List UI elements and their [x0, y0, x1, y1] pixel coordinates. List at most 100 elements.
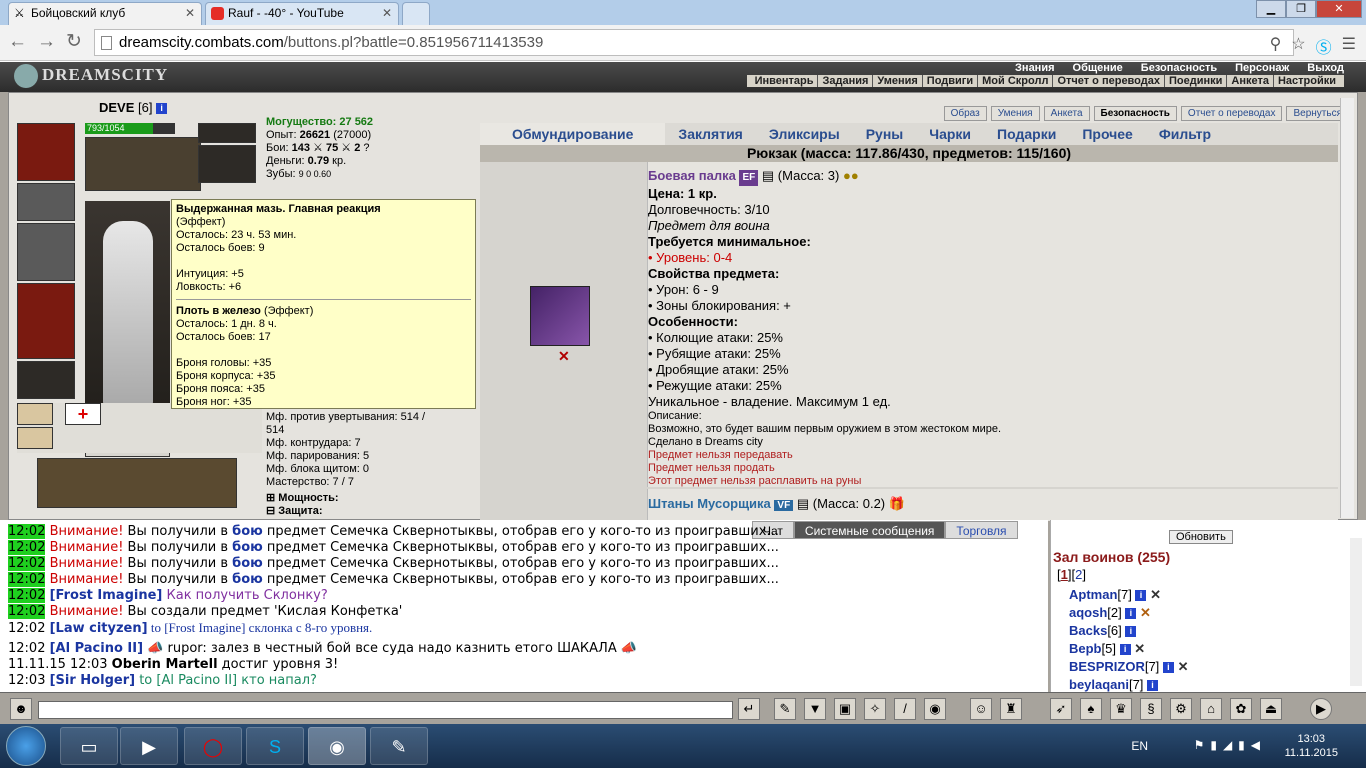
reload-icon[interactable]: ↻ [66, 32, 82, 52]
smile-menu-icon[interactable]: ☻ [10, 698, 32, 720]
play-icon[interactable]: ▶ [1310, 698, 1332, 720]
forward-icon[interactable]: → [37, 32, 56, 52]
submenu-scroll[interactable]: Мой Скролл [977, 75, 1052, 87]
belt-items[interactable] [37, 458, 237, 508]
tray-icons[interactable]: ⚑▮◢▮◀ [1194, 738, 1266, 752]
tab-gifts[interactable]: Подарки [984, 123, 1069, 145]
helmet-icon[interactable]: ♜ [1000, 698, 1022, 720]
filter-icon[interactable]: ▼ [804, 698, 826, 720]
opera-icon[interactable]: ◯ [184, 727, 242, 765]
wrench-icon[interactable]: ⚲ [1270, 34, 1282, 58]
close-icon[interactable]: ✕ [185, 3, 195, 24]
menu-icon[interactable]: ☰ [1342, 34, 1356, 58]
earring-slot[interactable] [198, 123, 256, 143]
submenu-profile[interactable]: Анкета [1226, 75, 1273, 87]
player-item[interactable]: BESPRIZOR[7] i ✕ [1055, 658, 1188, 676]
send-icon[interactable]: ↵ [738, 698, 760, 720]
bracer-slot[interactable] [17, 183, 75, 221]
translit-icon[interactable]: / [894, 698, 916, 720]
chrome-icon[interactable]: ◉ [308, 727, 366, 765]
chat-nick[interactable]: [Sir Holger] [50, 673, 135, 688]
amulet-slot[interactable] [198, 145, 256, 183]
star-icon[interactable]: ☆ [1291, 34, 1305, 58]
start-button[interactable] [6, 726, 46, 766]
tab-youtube[interactable]: Rauf - -40° - YouTube ✕ [205, 2, 399, 25]
player-item[interactable]: Bepb[5] i ✕ [1055, 640, 1188, 658]
item-image[interactable] [530, 286, 590, 346]
menu-security[interactable]: Безопасность [1141, 62, 1217, 74]
url-input[interactable]: dreamscity.combats.com/buttons.pl?battle… [94, 29, 1294, 56]
rings-slot[interactable] [85, 137, 201, 191]
mask-icon[interactable]: ♛ [1110, 698, 1132, 720]
section-defense[interactable]: ⊟ Защита: [266, 505, 476, 518]
item2-name[interactable]: Штаны Мусорщика [648, 496, 771, 511]
close-icon[interactable]: ✕ [382, 3, 392, 24]
menu-exit[interactable]: Выход [1307, 62, 1344, 74]
tab-spells[interactable]: Заклятия [665, 123, 755, 145]
player-item[interactable]: Aptman[7] i ✕ [1055, 586, 1188, 604]
online-scrollbar[interactable] [1350, 538, 1362, 686]
maximize-button[interactable]: ❐ [1286, 0, 1316, 18]
item-name[interactable]: Боевая палка [648, 168, 736, 183]
gear-icon[interactable]: ⚙ [1170, 698, 1192, 720]
tab-profile[interactable]: Анкета [1043, 106, 1090, 121]
close-window-button[interactable]: ✕ [1316, 0, 1362, 18]
info-icon[interactable]: i [156, 103, 168, 115]
tab-cups[interactable]: Чарки [916, 123, 984, 145]
tab-equipment[interactable]: Обмундирование [480, 123, 666, 145]
submenu-skills[interactable]: Умения [872, 75, 921, 87]
weapon-slot[interactable] [17, 223, 75, 281]
paint-icon[interactable]: ✎ [370, 727, 428, 765]
walk-icon[interactable]: ✧ [864, 698, 886, 720]
player-item[interactable]: Backs[6] i [1055, 622, 1188, 640]
chat-nick[interactable]: [Frost Imagine] [50, 588, 163, 603]
submenu-settings[interactable]: Настройки [1272, 75, 1340, 87]
tab-skills[interactable]: Умения [990, 106, 1040, 121]
submenu-feats[interactable]: Подвиги [921, 75, 977, 87]
menu-communication[interactable]: Общение [1073, 62, 1123, 74]
tab-other[interactable]: Прочее [1069, 123, 1146, 145]
skype-icon[interactable]: S [246, 727, 304, 765]
scroll-icon[interactable]: § [1140, 698, 1162, 720]
tab-runes[interactable]: Руны [853, 123, 917, 145]
scrollbar[interactable] [1340, 98, 1354, 518]
exit-icon[interactable]: ⏏ [1260, 698, 1282, 720]
explorer-icon[interactable]: ▭ [60, 727, 118, 765]
page-1[interactable]: 1 [1061, 567, 1068, 582]
menu-character[interactable]: Персонаж [1235, 62, 1289, 74]
sound-icon[interactable]: ◉ [924, 698, 946, 720]
media-player-icon[interactable]: ▶ [120, 727, 178, 765]
tab-elixirs[interactable]: Эликсиры [756, 123, 853, 145]
chat-nick[interactable]: [Al Pacino II] [50, 641, 143, 656]
potion-slot[interactable] [17, 403, 53, 425]
save-icon[interactable]: ▣ [834, 698, 856, 720]
page-2[interactable]: 2 [1075, 567, 1082, 582]
paw-icon[interactable]: ✿ [1230, 698, 1252, 720]
heal-icon[interactable]: + [65, 403, 101, 425]
emoji-icon[interactable]: ☺ [970, 698, 992, 720]
submenu-fights[interactable]: Поединки [1163, 75, 1226, 87]
menu-knowledge[interactable]: Знания [1015, 62, 1054, 74]
submenu-transfers[interactable]: Отчет о переводах [1052, 75, 1164, 87]
back-icon[interactable]: ← [8, 32, 27, 52]
tab-security[interactable]: Безопасность [1093, 106, 1177, 121]
chat-nick[interactable]: [Law cityzen] [50, 621, 148, 636]
tab-filter[interactable]: Фильтр [1146, 123, 1224, 145]
clock[interactable]: 13:03 11.11.2015 [1285, 732, 1338, 760]
doc-icon[interactable]: ▤ [797, 496, 809, 511]
submenu-inventory[interactable]: Инвентарь [751, 75, 818, 87]
armor-slot[interactable] [17, 283, 75, 359]
chat-input[interactable] [38, 701, 733, 719]
minimize-button[interactable]: ▁ [1256, 0, 1286, 18]
scroll-slot[interactable] [17, 427, 53, 449]
skype-icon[interactable]: Ⓢ [1316, 34, 1332, 58]
delete-icon[interactable]: ✕ [558, 348, 570, 365]
spear-icon[interactable]: ➶ [1050, 698, 1072, 720]
helmet-slot[interactable] [17, 123, 75, 181]
home-icon[interactable]: ⌂ [1200, 698, 1222, 720]
submenu-quests[interactable]: Задания [817, 75, 872, 87]
tab-image[interactable]: Образ [943, 106, 987, 121]
doc-icon[interactable]: ▤ [762, 168, 774, 183]
tab-transfers[interactable]: Отчет о переводах [1180, 106, 1283, 121]
player-item[interactable]: aqosh[2] i ✕ [1055, 604, 1188, 622]
